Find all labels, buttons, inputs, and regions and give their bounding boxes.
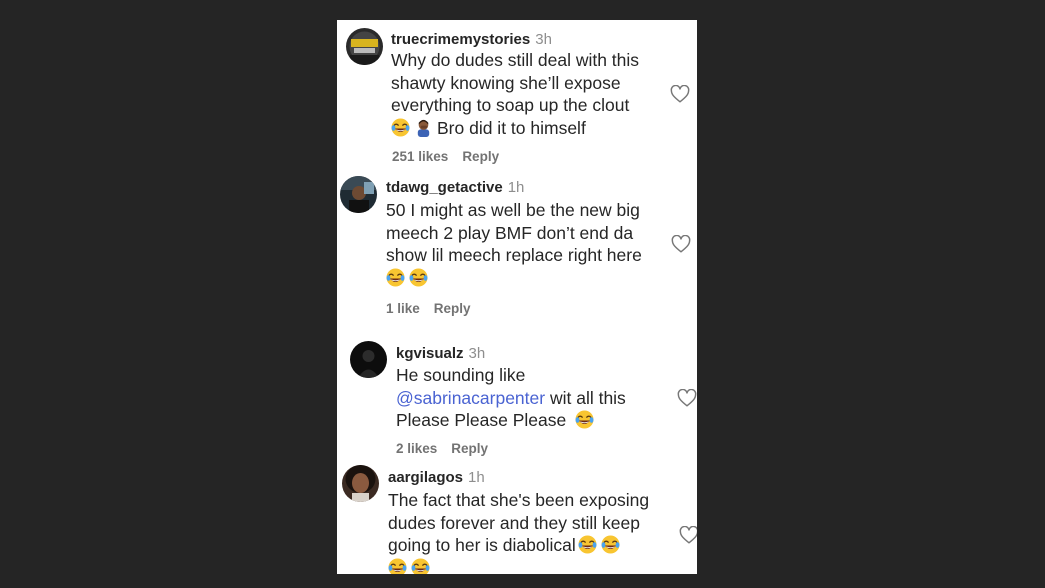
like-count[interactable]: 1 like: [386, 301, 420, 316]
avatar[interactable]: [342, 465, 379, 502]
comment-line: [388, 557, 649, 575]
comment-text: The fact that she's been exposing dudes …: [388, 489, 649, 574]
username-link[interactable]: truecrimemystories: [391, 31, 530, 48]
laugh-emoji: [386, 268, 405, 287]
timestamp: 3h: [535, 31, 552, 48]
comment-line: [386, 267, 642, 290]
laugh-emoji: [409, 268, 428, 287]
comment-text: 50 I might as well be the new big meech …: [386, 199, 642, 289]
comment-line: shawty knowing she’ll expose: [391, 72, 621, 93]
comment-meta: 251 likes Reply: [392, 149, 499, 164]
comment-line-text: Bro did it to himself: [437, 117, 586, 138]
comment-line: The fact that she's been exposing: [388, 490, 650, 510]
timestamp: 3h: [468, 345, 486, 362]
comment-text: He sounding like @sabrinacarpenter wit a…: [396, 364, 626, 432]
avatar[interactable]: [350, 341, 387, 378]
avatar[interactable]: [340, 176, 377, 213]
username-link[interactable]: tdawg_getactive: [386, 179, 503, 196]
comment-meta: 2 likes Reply: [396, 441, 488, 456]
comment-line: Bro did it to himself: [391, 117, 639, 140]
comment-text: Why do dudes still deal with this shawty…: [391, 49, 639, 139]
comment-author: aargilagos 1h: [388, 469, 485, 486]
heart-outline-icon[interactable]: [670, 85, 690, 103]
avatar[interactable]: [346, 28, 383, 65]
comment-line: Please Please Please: [396, 409, 626, 432]
timestamp: 1h: [507, 179, 525, 196]
reply-button[interactable]: Reply: [462, 149, 499, 164]
comment-line: 50 I might as well be the new big: [386, 200, 640, 220]
laugh-emoji: [391, 118, 410, 137]
like-count[interactable]: 2 likes: [396, 441, 437, 456]
comment-line: show lil meech replace right here: [386, 245, 642, 265]
comment-line-text: Please Please Please: [396, 410, 567, 430]
username-link[interactable]: aargilagos: [388, 469, 463, 486]
comment-line: meech 2 play BMF don’t end da: [386, 222, 634, 243]
heart-outline-icon[interactable]: [679, 526, 697, 544]
laugh-emoji: [601, 535, 620, 554]
comment-line: everything to soap up the clout: [391, 95, 630, 115]
comment-author: kgvisualz 3h: [396, 345, 485, 362]
heart-outline-icon[interactable]: [671, 235, 691, 253]
comment-line: going to her is diabolical: [388, 534, 649, 557]
mention-link[interactable]: @sabrinacarpenter: [396, 388, 545, 408]
facepalm-emoji: [414, 118, 433, 137]
like-count[interactable]: 251 likes: [392, 149, 448, 164]
comment-author: tdawg_getactive 1h: [386, 179, 524, 196]
comment-line-text: going to her is diabolical: [388, 535, 576, 555]
comment-author: truecrimemystories 3h: [391, 31, 552, 48]
comments-panel: truecrimemystories 3h Why do dudes still …: [337, 20, 697, 574]
laugh-emoji: [411, 558, 430, 575]
comment-line-text: wit all this: [545, 387, 626, 408]
timestamp: 1h: [468, 469, 485, 486]
reply-button[interactable]: Reply: [434, 301, 471, 316]
reply-button[interactable]: Reply: [451, 441, 488, 456]
comment-line: @sabrinacarpenter wit all this: [396, 387, 626, 410]
laugh-emoji: [575, 410, 594, 429]
username-link[interactable]: kgvisualz: [396, 345, 464, 362]
comment-meta: 1 like Reply: [386, 301, 471, 316]
comment-line: Why do dudes still deal with this: [391, 50, 640, 70]
comment-line: He sounding like: [396, 365, 526, 385]
comment-line: dudes forever and they still keep: [388, 512, 640, 533]
laugh-emoji: [388, 558, 407, 575]
heart-outline-icon[interactable]: [677, 389, 697, 407]
laugh-emoji: [578, 535, 597, 554]
